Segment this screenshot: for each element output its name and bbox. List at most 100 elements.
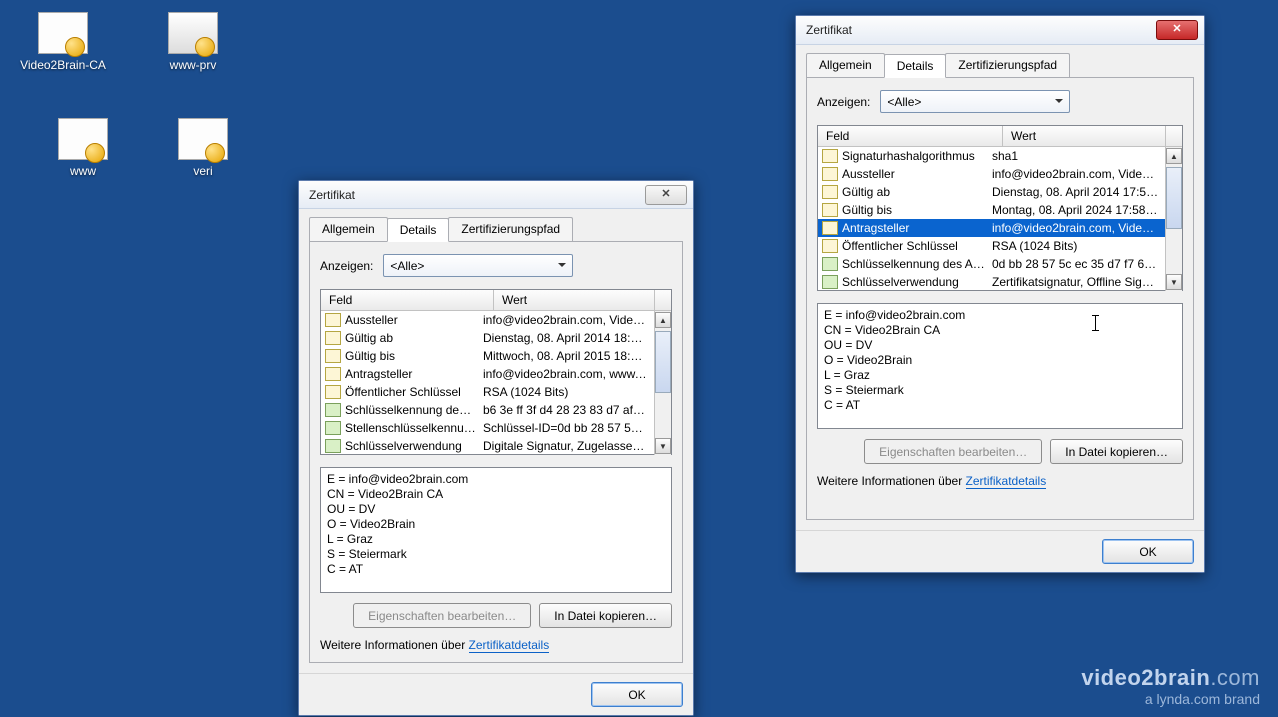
field-icon bbox=[822, 167, 838, 181]
more-info: Weitere Informationen über Zertifikatdet… bbox=[320, 638, 672, 652]
desktop-icon-www[interactable]: www bbox=[38, 118, 128, 178]
desktop-icon-video2brain-ca[interactable]: Video2Brain-CA bbox=[18, 12, 108, 72]
window-title: Zertifikat bbox=[305, 188, 645, 202]
close-button[interactable]: ✕ bbox=[645, 185, 687, 205]
desktop-icon-label: veri bbox=[158, 164, 248, 178]
list-row[interactable]: Gültig bisMittwoch, 08. April 2015 18:0… bbox=[321, 347, 654, 365]
scroll-down[interactable]: ▼ bbox=[1166, 274, 1182, 290]
cell-feld: Signaturhashalgorithmus bbox=[842, 149, 992, 163]
desktop-icon-veri[interactable]: veri bbox=[158, 118, 248, 178]
certificate-icon bbox=[178, 118, 228, 160]
scroll-up[interactable]: ▲ bbox=[1166, 148, 1182, 164]
tab-bar: AllgemeinDetailsZertifizierungspfad bbox=[806, 53, 1194, 78]
list-row[interactable]: Gültig bisMontag, 08. April 2024 17:58:0… bbox=[818, 201, 1165, 219]
cell-wert: info@video2brain.com, Video2… bbox=[992, 167, 1165, 181]
anzeigen-select[interactable]: <Alle> bbox=[383, 254, 573, 277]
cert-details-link[interactable]: Zertifikatdetails bbox=[469, 638, 550, 653]
list-row[interactable]: Gültig abDienstag, 08. April 2014 18:00… bbox=[321, 329, 654, 347]
cell-feld: Öffentlicher Schlüssel bbox=[842, 239, 992, 253]
scroll-up[interactable]: ▲ bbox=[655, 312, 671, 328]
detail-textbox[interactable]: E = info@video2brain.com CN = Video2Brai… bbox=[320, 467, 672, 593]
list-row[interactable]: Ausstellerinfo@video2brain.com, Video2… bbox=[321, 311, 654, 329]
ok-button[interactable]: OK bbox=[591, 682, 683, 707]
cell-feld: Aussteller bbox=[842, 167, 992, 181]
ok-button[interactable]: OK bbox=[1102, 539, 1194, 564]
tab-page-details: Anzeigen:<Alle>FeldWertAusstellerinfo@vi… bbox=[309, 242, 683, 663]
anzeigen-value: <Alle> bbox=[390, 259, 424, 273]
list-row[interactable]: Gültig abDienstag, 08. April 2014 17:58… bbox=[818, 183, 1165, 201]
list-row[interactable]: Öffentlicher SchlüsselRSA (1024 Bits) bbox=[321, 383, 654, 401]
more-info: Weitere Informationen über Zertifikatdet… bbox=[817, 474, 1183, 488]
titlebar[interactable]: Zertifikat✕ bbox=[796, 16, 1204, 45]
col-wert[interactable]: Wert bbox=[1003, 126, 1166, 146]
cell-wert: Montag, 08. April 2024 17:58:00 bbox=[992, 203, 1165, 217]
scroll-down[interactable]: ▼ bbox=[655, 438, 671, 454]
cell-feld: Antragsteller bbox=[842, 221, 992, 235]
cell-wert: RSA (1024 Bits) bbox=[992, 239, 1165, 253]
cell-wert: Zertifikatsignatur, Offline Signi… bbox=[992, 275, 1165, 289]
titlebar[interactable]: Zertifikat✕ bbox=[299, 181, 693, 209]
list-row[interactable]: StellenschlüsselkennungSchlüssel-ID=0d b… bbox=[321, 419, 654, 437]
certificate-dialog: Zertifikat✕ AllgemeinDetailsZertifizierun… bbox=[298, 180, 694, 716]
list-row[interactable]: Ausstellerinfo@video2brain.com, Video2… bbox=[818, 165, 1165, 183]
tab-zertifizierungspfad[interactable]: Zertifizierungspfad bbox=[945, 53, 1070, 77]
copy-to-file-button[interactable]: In Datei kopieren… bbox=[539, 603, 672, 628]
list-row[interactable]: Antragstellerinfo@video2brain.com, www.… bbox=[321, 365, 654, 383]
cert-details-link[interactable]: Zertifikatdetails bbox=[966, 474, 1047, 489]
certificate-icon bbox=[58, 118, 108, 160]
desktop-icon-label: www-prv bbox=[148, 58, 238, 72]
col-feld[interactable]: Feld bbox=[321, 290, 494, 310]
anzeigen-value: <Alle> bbox=[887, 95, 921, 109]
field-icon bbox=[822, 239, 838, 253]
list-row[interactable]: Signaturhashalgorithmussha1 bbox=[818, 147, 1165, 165]
listbox-header: FeldWert bbox=[818, 126, 1182, 147]
extension-icon bbox=[822, 257, 838, 271]
detail-textbox[interactable]: E = info@video2brain.com CN = Video2Brai… bbox=[817, 303, 1183, 429]
tab-page-details: Anzeigen:<Alle>FeldWertSignaturhashalgor… bbox=[806, 78, 1194, 520]
cell-wert: Mittwoch, 08. April 2015 18:0… bbox=[483, 349, 654, 363]
tab-allgemein[interactable]: Allgemein bbox=[309, 217, 388, 241]
dialog-footer: OK bbox=[796, 530, 1204, 572]
cell-wert: Schlüssel-ID=0d bb 28 57 5c e… bbox=[483, 421, 654, 435]
list-row[interactable]: SchlüsselverwendungDigitale Signatur, Zu… bbox=[321, 437, 654, 455]
list-row[interactable]: Antragstellerinfo@video2brain.com, Video… bbox=[818, 219, 1165, 237]
field-icon bbox=[822, 149, 838, 163]
certificate-dialog: Zertifikat✕ AllgemeinDetailsZertifizierun… bbox=[795, 15, 1205, 573]
listbox-rows: Signaturhashalgorithmussha1Ausstellerinf… bbox=[818, 147, 1165, 291]
tab-details[interactable]: Details bbox=[387, 218, 450, 242]
tab-zertifizierungspfad[interactable]: Zertifizierungspfad bbox=[448, 217, 573, 241]
cell-wert: info@video2brain.com, www.… bbox=[483, 367, 654, 381]
list-row[interactable]: Schlüsselkennung des Antra…0d bb 28 57 5… bbox=[818, 255, 1165, 273]
cell-feld: Schlüsselverwendung bbox=[345, 439, 483, 453]
desktop-icon-www-prv[interactable]: www-prv bbox=[148, 12, 238, 72]
close-button[interactable]: ✕ bbox=[1156, 20, 1198, 40]
field-icon bbox=[325, 313, 341, 327]
scrollbar[interactable]: ▲▼ bbox=[1165, 147, 1182, 291]
cell-wert: info@video2brain.com, Video2… bbox=[483, 313, 654, 327]
tab-allgemein[interactable]: Allgemein bbox=[806, 53, 885, 77]
list-row[interactable]: Öffentlicher SchlüsselRSA (1024 Bits) bbox=[818, 237, 1165, 255]
cell-feld: Gültig bis bbox=[345, 349, 483, 363]
cell-feld: Stellenschlüsselkennung bbox=[345, 421, 483, 435]
field-icon bbox=[325, 349, 341, 363]
cell-wert: Digitale Signatur, Zugelassen… bbox=[483, 439, 654, 453]
col-wert[interactable]: Wert bbox=[494, 290, 655, 310]
cell-feld: Gültig ab bbox=[842, 185, 992, 199]
fields-listbox[interactable]: FeldWertSignaturhashalgorithmussha1Ausst… bbox=[817, 125, 1183, 291]
scroll-thumb[interactable] bbox=[1166, 167, 1182, 229]
copy-to-file-button[interactable]: In Datei kopieren… bbox=[1050, 439, 1183, 464]
scrollbar[interactable]: ▲▼ bbox=[654, 311, 671, 455]
cell-feld: Schlüsselkennung des Antra… bbox=[842, 257, 992, 271]
fields-listbox[interactable]: FeldWertAusstellerinfo@video2brain.com, … bbox=[320, 289, 672, 455]
extension-icon bbox=[822, 275, 838, 289]
col-feld[interactable]: Feld bbox=[818, 126, 1003, 146]
cell-wert: b6 3e ff 3f d4 28 23 83 d7 af … bbox=[483, 403, 654, 417]
field-icon bbox=[325, 367, 341, 381]
cell-feld: Öffentlicher Schlüssel bbox=[345, 385, 483, 399]
list-row[interactable]: SchlüsselverwendungZertifikatsignatur, O… bbox=[818, 273, 1165, 291]
anzeigen-select[interactable]: <Alle> bbox=[880, 90, 1070, 113]
scroll-thumb[interactable] bbox=[655, 331, 671, 393]
envelope-icon bbox=[168, 12, 218, 54]
list-row[interactable]: Schlüsselkennung des Antra…b6 3e ff 3f d… bbox=[321, 401, 654, 419]
tab-details[interactable]: Details bbox=[884, 54, 947, 78]
